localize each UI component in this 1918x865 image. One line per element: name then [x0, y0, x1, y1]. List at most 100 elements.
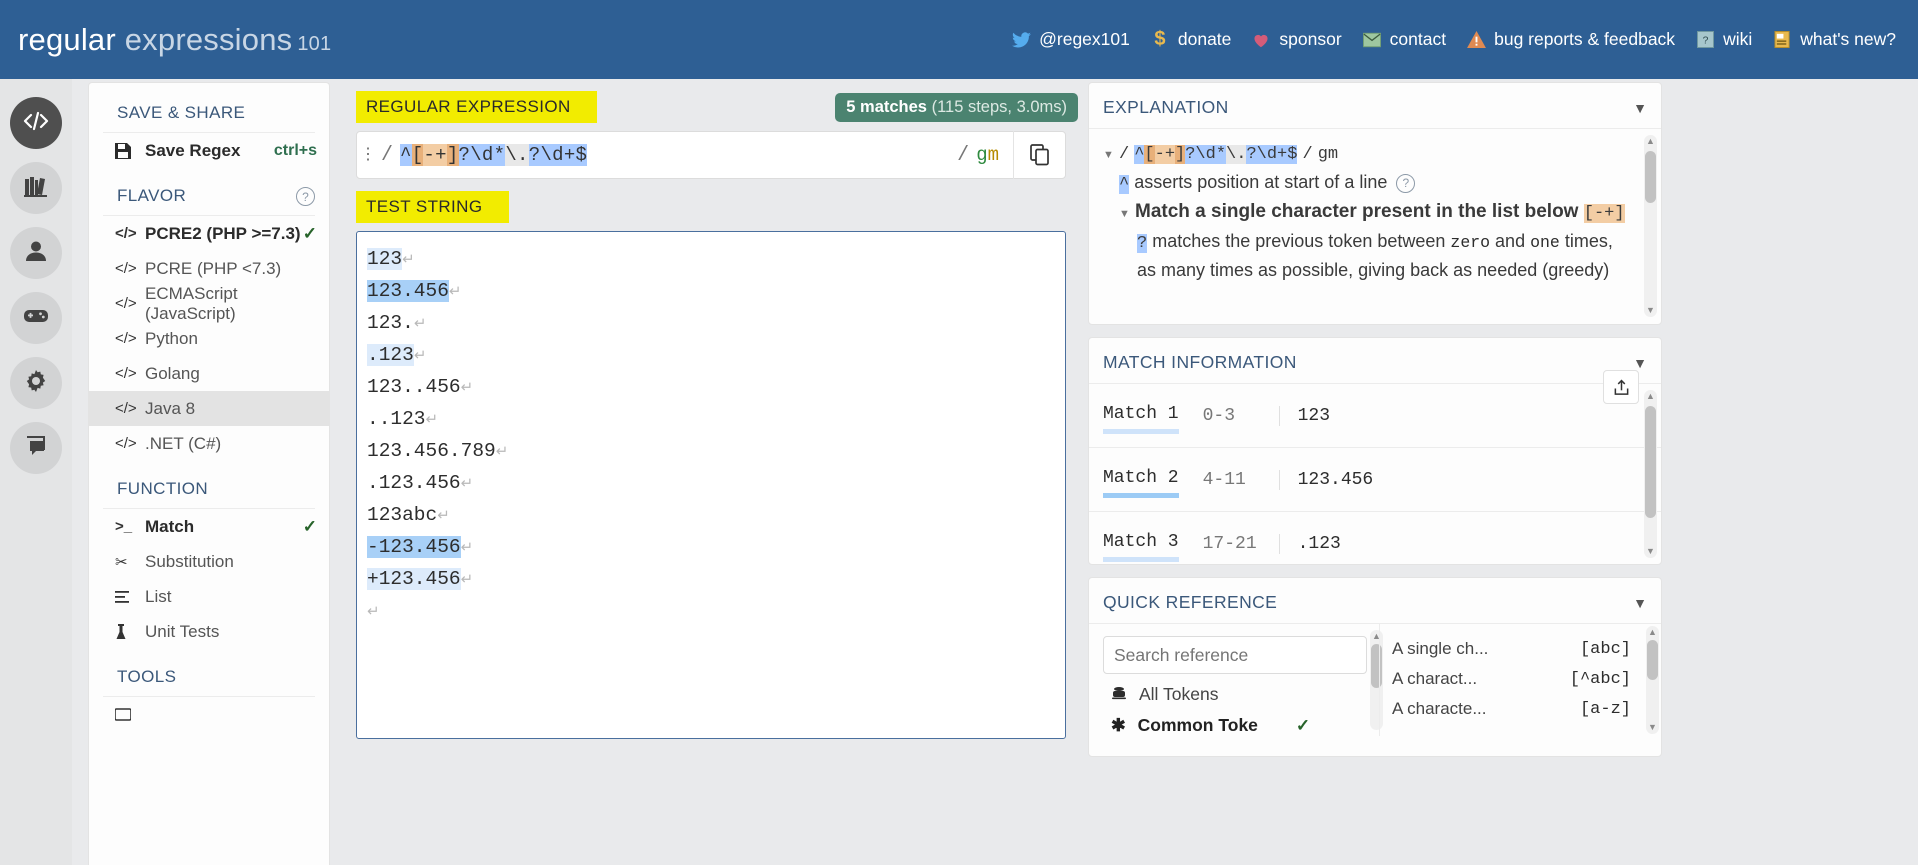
- quick-reference-token-row[interactable]: A characte... [a-z]: [1392, 694, 1661, 724]
- flavor-item-dotnet[interactable]: </> .NET (C#): [89, 426, 329, 461]
- scrollbar-thumb[interactable]: [1645, 406, 1656, 518]
- explanation-token: ?: [1137, 234, 1148, 253]
- explanation-card: EXPLANATION ▼ ▼ / ^[-+]?\d*\.?\d+$ / gm ^…: [1088, 82, 1662, 325]
- copy-regex-button[interactable]: [1013, 131, 1065, 179]
- match-count-badge: 5 matches (115 steps, 3.0ms): [835, 92, 1078, 122]
- test-string-editor[interactable]: 123↵ 123.456↵ 123.↵ .123↵ 123..456↵ ..12…: [356, 231, 1066, 739]
- function-item-list[interactable]: List: [89, 579, 329, 614]
- match-row[interactable]: Match 3 17-21 .123: [1089, 512, 1661, 576]
- export-matches-button[interactable]: [1603, 370, 1639, 404]
- rail-item-library[interactable]: [10, 162, 62, 214]
- explanation-item-anchor: ^ asserts position at start of a line ?: [1103, 169, 1635, 198]
- collapse-triangle-icon[interactable]: ▼: [1119, 201, 1135, 228]
- explanation-item-charclass: ▼ Match a single character present in the…: [1103, 198, 1635, 228]
- scroll-down-icon[interactable]: ▼: [1646, 721, 1659, 734]
- flavor-label: .NET (C#): [145, 433, 222, 453]
- match-information-header: MATCH INFORMATION ▼: [1089, 338, 1661, 384]
- nav-donate[interactable]: $ donate: [1150, 28, 1231, 50]
- quick-reference-header: QUICK REFERENCE ▼: [1089, 578, 1661, 624]
- flavor-item-pcre[interactable]: </> PCRE (PHP <7.3): [89, 251, 329, 286]
- quick-reference-item-common-tokens[interactable]: ✱ Common Toke ✓: [1103, 705, 1367, 736]
- test-line-text: -123.456: [367, 536, 461, 558]
- nav-twitter[interactable]: @regex101: [1011, 29, 1130, 50]
- flavor-item-pcre2[interactable]: </> PCRE2 (PHP >=7.3) ✓: [89, 216, 329, 251]
- explanation-help-icon[interactable]: ?: [1396, 173, 1416, 193]
- rail-item-quiz[interactable]: [10, 292, 62, 344]
- explanation-scrollbar[interactable]: ▲ ▼: [1644, 135, 1657, 317]
- scroll-down-icon[interactable]: ▼: [1644, 304, 1657, 317]
- tools-item-placeholder[interactable]: [89, 697, 329, 732]
- scrollbar-thumb[interactable]: [1647, 640, 1658, 680]
- nav-sponsor[interactable]: sponsor: [1251, 29, 1342, 50]
- regex-token: ]: [1175, 145, 1186, 164]
- test-label-row: TEST STRING: [344, 179, 1078, 231]
- explanation-regex-line: ▼ / ^[-+]?\d*\.?\d+$ / gm: [1103, 139, 1635, 169]
- logo-thin: expressions: [124, 21, 293, 57]
- function-item-substitution[interactable]: ✂ Substitution: [89, 544, 329, 579]
- regex-input-box[interactable]: ⋮ / ^[-+]?\d*\.?\d+$ / gm: [356, 131, 1066, 179]
- test-line: .123↵: [357, 340, 1065, 372]
- flask-icon: [115, 623, 145, 640]
- list-icon: [115, 590, 145, 603]
- collapse-triangle-icon[interactable]: ▼: [1103, 142, 1119, 169]
- nav-twitter-label: @regex101: [1039, 29, 1130, 49]
- nav-contact[interactable]: contact: [1362, 29, 1446, 50]
- regex-input[interactable]: ^[-+]?\d*\.?\d+$: [400, 144, 588, 166]
- flavor-help-icon[interactable]: ?: [296, 187, 315, 206]
- nav-wiki-label: wiki: [1723, 29, 1753, 49]
- gamepad-icon: [23, 307, 49, 330]
- flag-multiline: m: [987, 143, 999, 166]
- flag-global: g: [976, 143, 988, 166]
- explanation-delimiter: /: [1119, 145, 1130, 164]
- scroll-up-icon[interactable]: ▲: [1644, 390, 1657, 403]
- site-logo[interactable]: regular expressions 101: [18, 22, 331, 58]
- search-reference-input[interactable]: [1103, 636, 1367, 674]
- rail-item-settings[interactable]: [10, 357, 62, 409]
- scroll-up-icon[interactable]: ▲: [1646, 626, 1659, 639]
- heart-icon: [1251, 30, 1271, 50]
- save-regex-button[interactable]: Save Regex ctrl+s: [89, 133, 329, 168]
- gear-icon: [25, 369, 47, 397]
- crlf-icon: ↵: [460, 540, 474, 557]
- test-string-label: TEST STRING: [356, 191, 509, 223]
- chevron-down-icon[interactable]: ▼: [1633, 595, 1647, 611]
- scroll-down-icon[interactable]: ▼: [1644, 545, 1657, 558]
- flavor-item-ecmascript[interactable]: </> ECMAScript (JavaScript): [89, 284, 329, 323]
- function-item-unit-tests[interactable]: Unit Tests: [89, 614, 329, 649]
- regex-token: -+: [1154, 145, 1176, 164]
- nav-whats-new[interactable]: what's new?: [1772, 29, 1896, 50]
- test-line: .123.456↵: [357, 468, 1065, 500]
- quick-reference-right-scrollbar[interactable]: ▲ ▼: [1646, 626, 1659, 734]
- nav-bug-reports[interactable]: bug reports & feedback: [1466, 29, 1675, 50]
- match-stats: (115 steps, 3.0ms): [931, 97, 1067, 116]
- match-count: 5 matches: [846, 97, 927, 116]
- rail-item-account[interactable]: [10, 227, 62, 279]
- regex-delimiter-close: /: [957, 143, 970, 167]
- match-row[interactable]: Match 1 0-3 123: [1089, 384, 1661, 448]
- match-scrollbar[interactable]: ▲ ▼: [1644, 390, 1657, 558]
- scrollbar-thumb[interactable]: [1645, 151, 1656, 203]
- left-rail: [0, 79, 72, 865]
- regex-flags[interactable]: / gm: [955, 144, 1013, 167]
- flavor-item-golang[interactable]: </> Golang: [89, 356, 329, 391]
- test-line-text: 123.456: [367, 280, 449, 302]
- match-value: .123: [1278, 534, 1341, 554]
- chevron-down-icon[interactable]: ▼: [1633, 355, 1647, 371]
- crlf-icon: ↵: [413, 316, 427, 333]
- code-tag-icon: </>: [115, 400, 137, 417]
- quick-reference-token-row[interactable]: A charact... [^abc]: [1392, 664, 1661, 694]
- function-item-match[interactable]: >_ Match ✓: [89, 509, 329, 544]
- quick-reference-item-all-tokens[interactable]: All Tokens: [1103, 674, 1367, 705]
- regex-options-icon[interactable]: ⋮: [357, 147, 379, 163]
- quick-reference-token-row[interactable]: A single ch... [abc]: [1392, 634, 1661, 664]
- match-row[interactable]: Match 2 4-11 123.456: [1089, 448, 1661, 512]
- regex-token: ^: [1134, 145, 1145, 164]
- flavor-item-java8[interactable]: </> Java 8: [89, 391, 329, 426]
- rail-item-community[interactable]: [10, 422, 62, 474]
- rail-item-regex-editor[interactable]: [10, 97, 62, 149]
- chevron-down-icon[interactable]: ▼: [1633, 100, 1647, 116]
- news-icon: [1772, 30, 1792, 50]
- flavor-item-python[interactable]: </> Python: [89, 321, 329, 356]
- scroll-up-icon[interactable]: ▲: [1644, 135, 1657, 148]
- nav-wiki[interactable]: ? wiki: [1695, 29, 1752, 50]
